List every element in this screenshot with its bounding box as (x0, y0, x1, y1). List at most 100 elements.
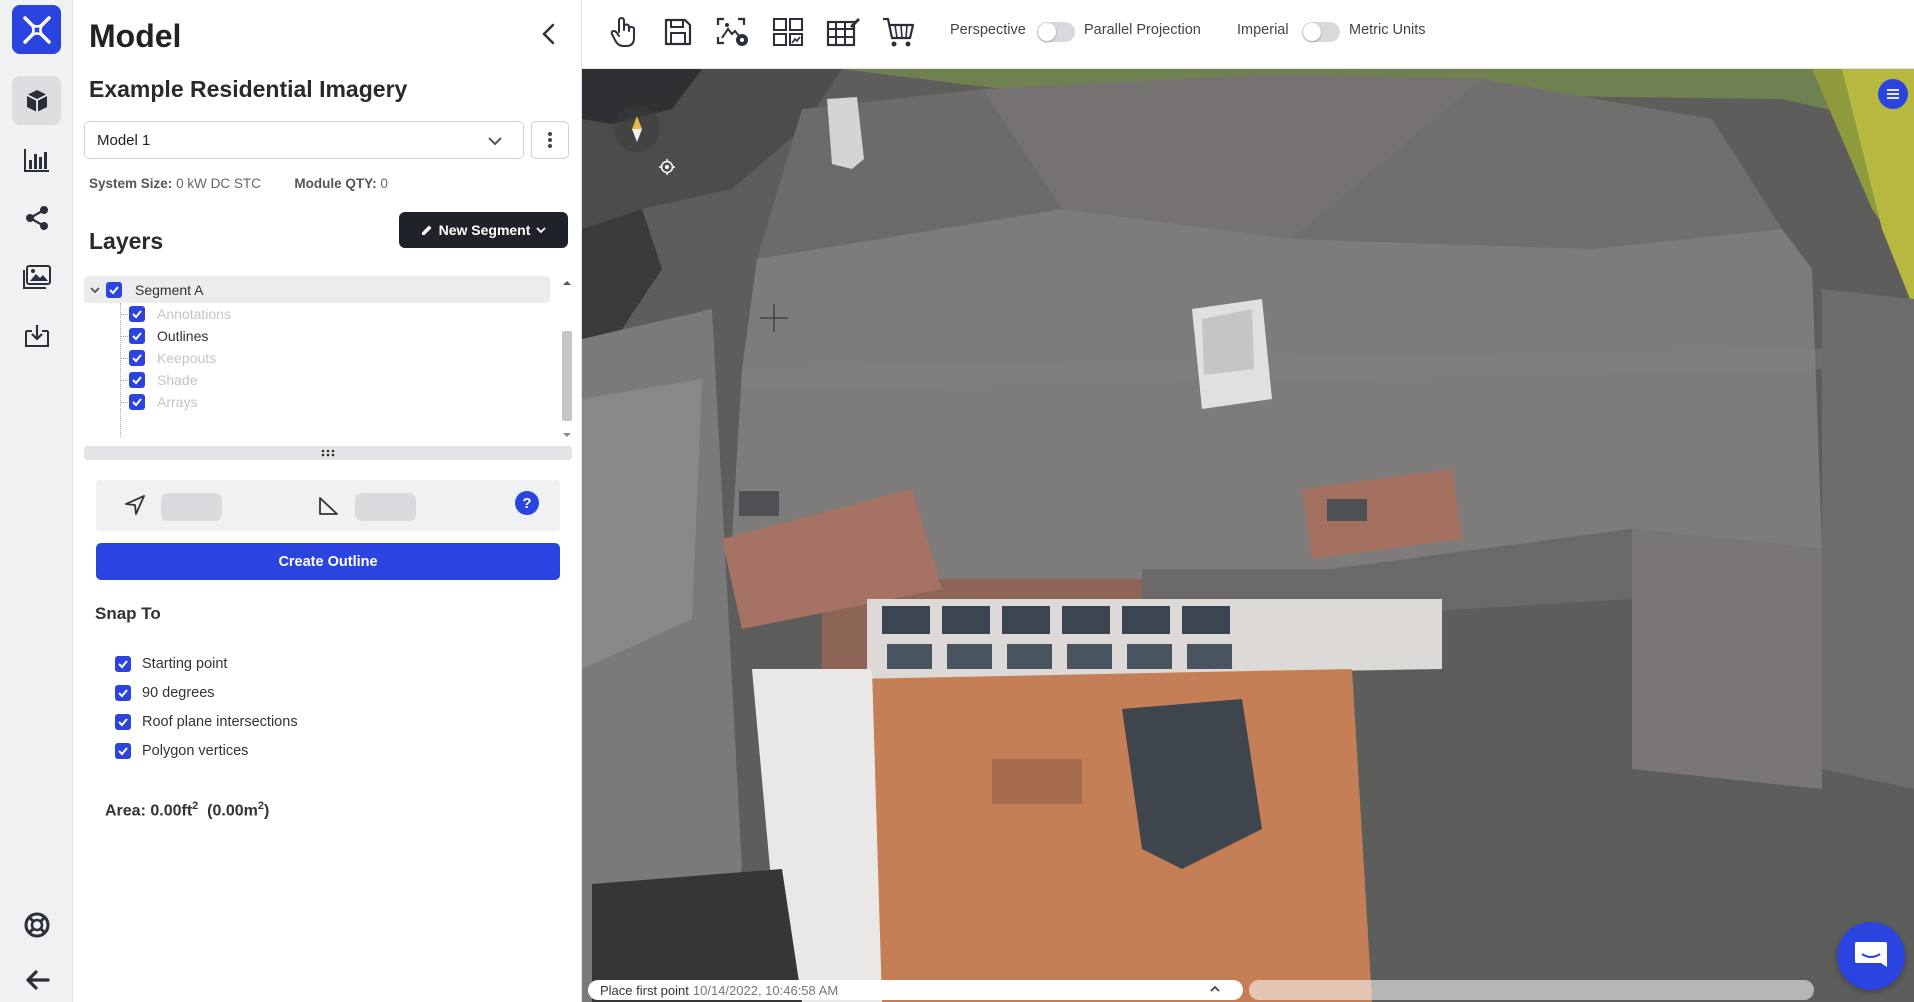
snap-option-90-degrees[interactable]: 90 degrees (115, 683, 215, 703)
chevron-down-icon (488, 137, 502, 146)
layer-checkbox[interactable] (129, 328, 145, 344)
panel-title: Model (89, 18, 182, 54)
new-segment-button[interactable]: New Segment (399, 212, 568, 248)
snap-checkbox[interactable] (115, 743, 131, 759)
status-timestamp: 10/14/2022, 10:46:58 AM (692, 982, 839, 998)
table-edit-icon[interactable] (824, 13, 862, 51)
module-qty-label: Module QTY: (294, 176, 377, 191)
area-metric-close: ) (264, 802, 270, 820)
layer-label: Keepouts (157, 350, 217, 366)
roof-model-scene (582, 69, 1914, 1002)
support-icon[interactable] (12, 900, 61, 949)
layer-label: Shade (157, 372, 198, 388)
area-imperial: 0.00ft (150, 802, 193, 820)
layer-item-arrays[interactable]: Arrays (129, 391, 197, 413)
snap-label: Roof plane intersections (142, 714, 298, 730)
save-icon[interactable] (659, 13, 697, 51)
top-toolbar: Perspective Parallel Projection Imperial… (582, 0, 1914, 69)
scroll-up-icon[interactable] (561, 278, 573, 288)
segment-row[interactable]: Segment A (84, 276, 550, 303)
image-settings-icon[interactable] (714, 13, 752, 51)
chevron-left-icon (542, 23, 555, 45)
perspective-label: Perspective (950, 22, 1026, 38)
model-select-value: Model 1 (97, 131, 151, 149)
back-arrow-icon[interactable] (12, 955, 61, 1002)
left-rail (0, 0, 73, 1002)
pan-hand-icon[interactable] (605, 13, 643, 51)
cart-icon[interactable] (879, 13, 917, 51)
metric-units-label: Metric Units (1349, 22, 1426, 38)
units-toggle[interactable] (1302, 22, 1340, 42)
snap-label: Polygon vertices (142, 743, 249, 759)
model-more-button[interactable] (531, 121, 569, 159)
model-panel: Model Example Residential Imagery Model … (73, 0, 582, 1002)
collapse-panel-button[interactable] (535, 20, 563, 48)
image-gallery-icon[interactable] (12, 252, 61, 301)
snap-option-roof-plane-intersections[interactable]: Roof plane intersections (115, 712, 298, 732)
direction-arrow-icon[interactable] (124, 494, 146, 516)
layer-item-annotations[interactable]: Annotations (129, 303, 231, 325)
snap-checkbox[interactable] (115, 714, 131, 730)
toggle-knob (1303, 23, 1321, 41)
layer-item-keepouts[interactable]: Keepouts (129, 347, 216, 369)
snap-checkbox[interactable] (115, 656, 131, 672)
area-readout: Area: 0.00ft2 (0.00m2) (105, 800, 269, 820)
crosshair-cursor-icon (760, 304, 788, 332)
layers-menu-button[interactable] (1878, 79, 1908, 109)
layer-label: Arrays (157, 394, 198, 410)
3d-viewport[interactable]: Place first point 10/14/2022, 10:46:58 A… (582, 69, 1914, 1002)
layer-tree: Segment A Annotations Outlines Keepouts … (84, 276, 572, 442)
snap-option-polygon-vertices[interactable]: Polygon vertices (115, 741, 248, 761)
toggle-knob (1038, 23, 1056, 41)
panel-resize-handle[interactable] (84, 446, 572, 460)
grid-layout-icon[interactable] (769, 13, 807, 51)
help-icon[interactable]: ? (515, 491, 539, 515)
layer-checkbox[interactable] (129, 372, 145, 388)
snap-label: 90 degrees (142, 685, 215, 701)
tree-connector-tick (120, 380, 128, 381)
snap-label: Starting point (142, 656, 228, 672)
projection-toggle[interactable] (1037, 22, 1075, 42)
locate-target-icon[interactable] (659, 159, 675, 175)
share-icon[interactable] (12, 193, 61, 242)
layer-item-outlines[interactable]: Outlines (129, 325, 208, 347)
system-size-label: System Size: (89, 176, 173, 191)
more-vertical-icon (548, 132, 552, 148)
layer-scrollbar[interactable] (560, 276, 572, 442)
layer-checkbox[interactable] (129, 306, 145, 322)
imperial-label: Imperial (1237, 22, 1289, 38)
chart-icon[interactable] (12, 135, 61, 184)
tree-connector-tick (120, 358, 128, 359)
tree-connector (120, 303, 121, 437)
scrollbar-thumb[interactable] (562, 331, 572, 421)
system-info: System Size: 0 kW DC STC Module QTY: 0 (89, 176, 388, 191)
snap-checkbox[interactable] (115, 685, 131, 701)
model-select[interactable]: Model 1 (84, 121, 524, 159)
expand-caret-icon[interactable] (84, 284, 106, 296)
pitch-angle-icon[interactable] (317, 495, 339, 517)
snap-option-starting-point[interactable]: Starting point (115, 654, 227, 674)
model-cube-icon[interactable] (12, 76, 61, 125)
download-icon[interactable] (12, 311, 61, 360)
layer-checkbox[interactable] (129, 394, 145, 410)
logo-icon[interactable] (12, 5, 61, 54)
layer-item-shade[interactable]: Shade (129, 369, 197, 391)
chat-support-button[interactable] (1837, 922, 1905, 990)
status-bar-secondary (1249, 980, 1814, 1000)
chevron-up-icon[interactable] (1209, 983, 1221, 995)
pitch-input[interactable] (355, 493, 416, 521)
compass-icon[interactable] (614, 106, 660, 152)
project-title: Example Residential Imagery (89, 76, 408, 102)
direction-input[interactable] (161, 493, 222, 521)
scroll-down-icon[interactable] (561, 430, 573, 440)
tree-connector-tick (120, 314, 128, 315)
segment-label: Segment A (135, 281, 204, 298)
status-bar: Place first point 10/14/2022, 10:46:58 A… (588, 980, 1243, 1000)
create-outline-button[interactable]: Create Outline (96, 543, 560, 580)
layer-checkbox[interactable] (129, 350, 145, 366)
segment-checkbox[interactable] (106, 281, 122, 298)
tree-connector-tick (120, 402, 128, 403)
drag-grip-icon (321, 449, 335, 457)
system-size-value: 0 kW DC STC (176, 176, 261, 191)
menu-lines-icon (1887, 89, 1899, 99)
